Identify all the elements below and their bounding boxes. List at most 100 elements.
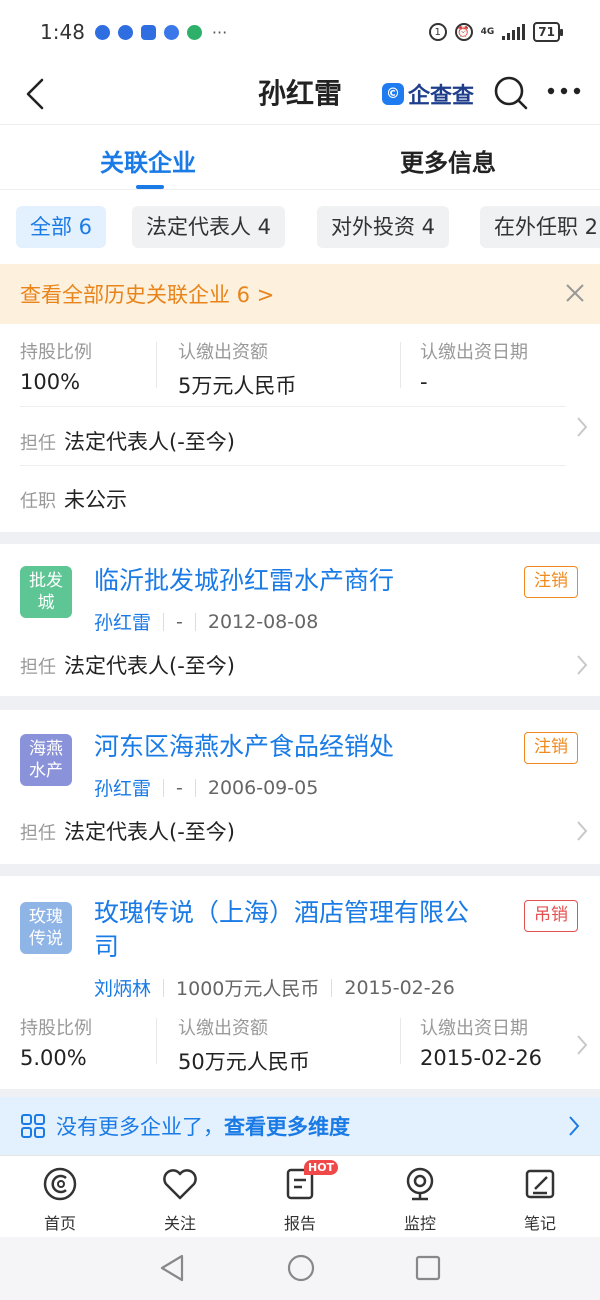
nav-home[interactable]: 首页: [20, 1164, 100, 1234]
legal-rep-name[interactable]: 孙红雷: [94, 608, 151, 635]
separator: [163, 612, 165, 631]
system-home-button[interactable]: [286, 1253, 316, 1287]
nav-follow[interactable]: 关注: [140, 1164, 220, 1234]
back-button[interactable]: [20, 74, 50, 114]
brand-name: 企查查: [408, 84, 475, 109]
company-card[interactable]: 海燕水产 河东区海燕水产食品经销处 注销 孙红雷 - 2006-09-05 担任…: [0, 710, 600, 864]
history-banner: 查看全部历史关联企业 6 >: [0, 264, 600, 324]
role-row: 担任 法定代表人(-至今): [20, 816, 235, 846]
company-card[interactable]: 玫瑰传说 玫瑰传说（上海）酒店管理有限公 司 吊销 刘炳林 1000万元人民币 …: [0, 876, 600, 1089]
divider: [20, 406, 566, 407]
filter-chips: 全部 6 法定代表人 4 对外投资 4 在外任职 2: [0, 190, 600, 264]
company-meta: 刘炳林 1000万元人民币 2015-02-26: [94, 974, 455, 1001]
edit-note-icon: [500, 1164, 580, 1204]
filter-chip-external-position[interactable]: 在外任职 2: [480, 206, 600, 248]
divider: [156, 342, 157, 388]
role-key: 担任: [20, 657, 56, 678]
stat-label: 持股比例: [20, 342, 92, 363]
battery-icon: 71: [533, 22, 563, 42]
registered-capital: -: [176, 610, 183, 633]
separator: [163, 978, 165, 997]
square-recents-icon: [415, 1255, 441, 1281]
chevron-right-icon: [576, 820, 588, 846]
triangle-back-icon: [160, 1254, 184, 1282]
view-more-dimensions-link[interactable]: 查看更多维度: [224, 1111, 350, 1141]
stat-value: 100%: [20, 370, 81, 394]
nav-label: 报告: [283, 1214, 316, 1233]
separator: [194, 612, 196, 631]
recycle-notification-icon: [186, 24, 202, 40]
stat-label: 认缴出资日期: [420, 1018, 528, 1039]
search-icon: [494, 76, 528, 110]
more-dimensions-bar[interactable]: 没有更多企业了， 查看更多维度: [0, 1097, 600, 1155]
nav-report[interactable]: HOT 报告: [260, 1160, 340, 1234]
company-card-partial[interactable]: 持股比例 100% 认缴出资额 5万元人民币 认缴出资日期 - 担任 法定代表人(…: [0, 324, 600, 532]
nav-monitor[interactable]: 监控: [380, 1164, 460, 1234]
close-banner-button[interactable]: [564, 282, 586, 308]
stat-value: 5万元人民币: [178, 374, 297, 398]
company-card[interactable]: 批发城 临沂批发城孙红雷水产商行 注销 孙红雷 - 2012-08-08 担任法…: [0, 544, 600, 696]
hd-call-icon: 1: [428, 23, 447, 41]
role-value: 法定代表人(-至今): [64, 430, 235, 454]
alarm-icon: ⏰: [454, 23, 473, 41]
company-name-line: 玫瑰传说（上海）酒店管理有限公: [94, 898, 470, 927]
company-name-line: 司: [94, 932, 120, 961]
company-name[interactable]: 河东区海燕水产食品经销处: [94, 730, 394, 764]
establish-date: 2015-02-26: [344, 976, 455, 999]
status-badge: 吊销: [524, 900, 578, 932]
chevron-right-icon: [569, 1116, 580, 1136]
separator: [331, 978, 333, 997]
nav-label: 监控: [403, 1214, 436, 1233]
system-navigation-bar: [0, 1237, 600, 1300]
tab-related-companies[interactable]: 关联企业: [100, 143, 196, 178]
status-time: 1:48: [40, 20, 85, 44]
establish-date: 2006-09-05: [207, 776, 319, 799]
role-key: 担任: [20, 823, 56, 844]
circle-home-icon: [287, 1254, 315, 1282]
nav-label: 首页: [43, 1214, 76, 1233]
role-key: 担任: [20, 433, 56, 454]
search-button[interactable]: [494, 76, 528, 114]
brand-logo: © 企查查: [382, 78, 474, 110]
tab-more-info[interactable]: 更多信息: [400, 143, 496, 178]
chevron-right-icon: [576, 654, 588, 680]
position-key: 任职: [20, 491, 56, 512]
legal-rep-name[interactable]: 孙红雷: [94, 774, 151, 801]
nav-label: 关注: [163, 1214, 196, 1233]
company-name[interactable]: 临沂批发城孙红雷水产商行: [94, 564, 394, 598]
filter-chip-legal-rep[interactable]: 法定代表人 4: [132, 206, 286, 248]
heart-icon: [140, 1164, 220, 1204]
report-icon: HOT: [260, 1160, 340, 1204]
legal-rep-name[interactable]: 刘炳林: [94, 974, 151, 1001]
establish-date: 2012-08-08: [207, 610, 319, 633]
company-logo: 批发城: [20, 566, 72, 618]
position-row: 任职 未公示: [20, 484, 127, 514]
stat-value: -: [420, 370, 428, 394]
stat-label: 认缴出资额: [178, 342, 268, 363]
shareholding-stat: 持股比例 100%: [20, 338, 92, 394]
system-back-button[interactable]: [158, 1253, 186, 1287]
signal-icon: [502, 24, 526, 40]
history-link[interactable]: 查看全部历史关联企业 6 >: [20, 279, 274, 309]
page-title: 孙红雷: [258, 77, 343, 110]
stat-value: 5.00%: [20, 1046, 87, 1070]
status-badge: 注销: [524, 732, 578, 764]
nav-notes[interactable]: 笔记: [500, 1164, 580, 1234]
close-icon: [566, 284, 584, 302]
role-row: 担任 法定代表人(-至今): [20, 650, 235, 680]
divider: [156, 1018, 157, 1064]
monitor-camera-icon: [380, 1164, 460, 1204]
company-name[interactable]: 玫瑰传说（上海）酒店管理有限公 司: [94, 896, 469, 964]
filter-chip-investment[interactable]: 对外投资 4: [317, 206, 450, 248]
qichacha-logo-icon: ©: [382, 83, 404, 105]
bottom-nav: 首页 关注 HOT 报告 监控 笔记: [0, 1155, 600, 1237]
active-tab-indicator: [136, 185, 164, 189]
more-options-button[interactable]: [546, 76, 582, 110]
system-recents-button[interactable]: [414, 1253, 442, 1287]
filter-chip-all[interactable]: 全部 6: [16, 206, 107, 248]
cloud-notification-icon: [140, 24, 156, 40]
hot-badge: HOT: [304, 1160, 339, 1175]
system-status: 1 ⏰ 4G 71: [428, 22, 563, 42]
home-icon: [20, 1164, 100, 1204]
subscription-date-stat: 认缴出资日期 -: [420, 338, 528, 394]
